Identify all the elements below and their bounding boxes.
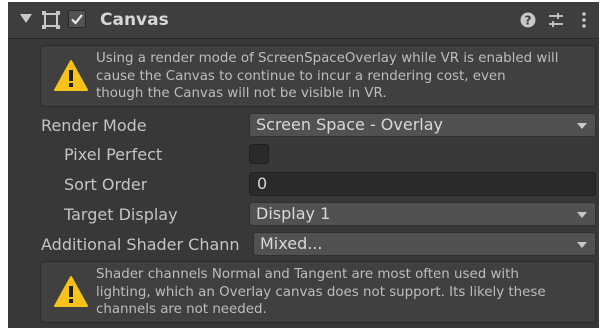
shader-channels-warning-helpbox: Shader channels Normal and Tangent are m… <box>40 261 596 323</box>
target-display-value: Display 1 <box>256 204 331 223</box>
target-display-row: Target Display Display 1 <box>8 202 599 228</box>
additional-shader-channels-dropdown[interactable]: Mixed... <box>253 232 596 256</box>
render-mode-label: Render Mode <box>41 116 147 135</box>
dropdown-arrow-icon <box>577 242 587 248</box>
more-menu-icon[interactable] <box>574 10 594 30</box>
render-mode-value: Screen Space - Overlay <box>256 115 443 134</box>
dropdown-arrow-icon <box>577 123 587 129</box>
shader-channels-warning-text: Shader channels Normal and Tangent are m… <box>96 266 589 319</box>
warning-icon <box>54 60 88 91</box>
canvas-component-icon <box>42 11 60 29</box>
pixel-perfect-checkbox[interactable] <box>249 144 269 164</box>
component-enabled-checkbox[interactable] <box>68 10 86 28</box>
shader-warning-line-3: channels are not needed. <box>96 302 267 317</box>
target-display-label: Target Display <box>64 205 178 224</box>
component-title: Canvas <box>100 10 169 30</box>
presets-icon[interactable] <box>546 10 566 30</box>
shader-warning-line-1: Shader channels Normal and Tangent are m… <box>96 267 519 282</box>
pixel-perfect-row: Pixel Perfect <box>8 142 599 168</box>
pixel-perfect-label: Pixel Perfect <box>64 145 163 164</box>
sort-order-field[interactable]: 0 <box>249 172 596 196</box>
help-icon[interactable]: ? <box>518 10 538 30</box>
render-mode-row: Render Mode Screen Space - Overlay <box>8 113 599 139</box>
vr-warning-helpbox: Using a render mode of ScreenSpaceOverla… <box>40 45 596 107</box>
vr-warning-line-2: cause the Canvas to continue to incur a … <box>96 68 506 84</box>
additional-shader-channels-row: Additional Shader Chann Mixed... <box>8 232 599 258</box>
render-mode-dropdown[interactable]: Screen Space - Overlay <box>249 113 596 137</box>
dropdown-arrow-icon <box>577 212 587 218</box>
target-display-dropdown[interactable]: Display 1 <box>249 202 596 226</box>
foldout-arrow-icon[interactable] <box>20 14 32 23</box>
sort-order-value: 0 <box>257 174 268 193</box>
additional-shader-channels-label: Additional Shader Chann <box>41 235 240 254</box>
canvas-inspector-panel: Canvas ? Using a render mode of ScreenSp… <box>8 2 599 328</box>
vr-warning-line-3: though the Canvas will not be visible in… <box>96 86 387 101</box>
shader-warning-line-2: lighting, which an Overlay canvas does n… <box>96 284 546 300</box>
vr-warning-line-1: Using a render mode of ScreenSpaceOverla… <box>96 51 559 66</box>
svg-text:?: ? <box>525 14 532 28</box>
warning-icon <box>54 276 88 307</box>
checkmark-icon <box>71 14 83 25</box>
additional-shader-channels-value: Mixed... <box>260 234 323 253</box>
sort-order-row: Sort Order 0 <box>8 172 599 198</box>
sort-order-label: Sort Order <box>64 175 148 194</box>
component-header[interactable]: Canvas ? <box>8 2 599 39</box>
vr-warning-text: Using a render mode of ScreenSpaceOverla… <box>96 50 589 103</box>
